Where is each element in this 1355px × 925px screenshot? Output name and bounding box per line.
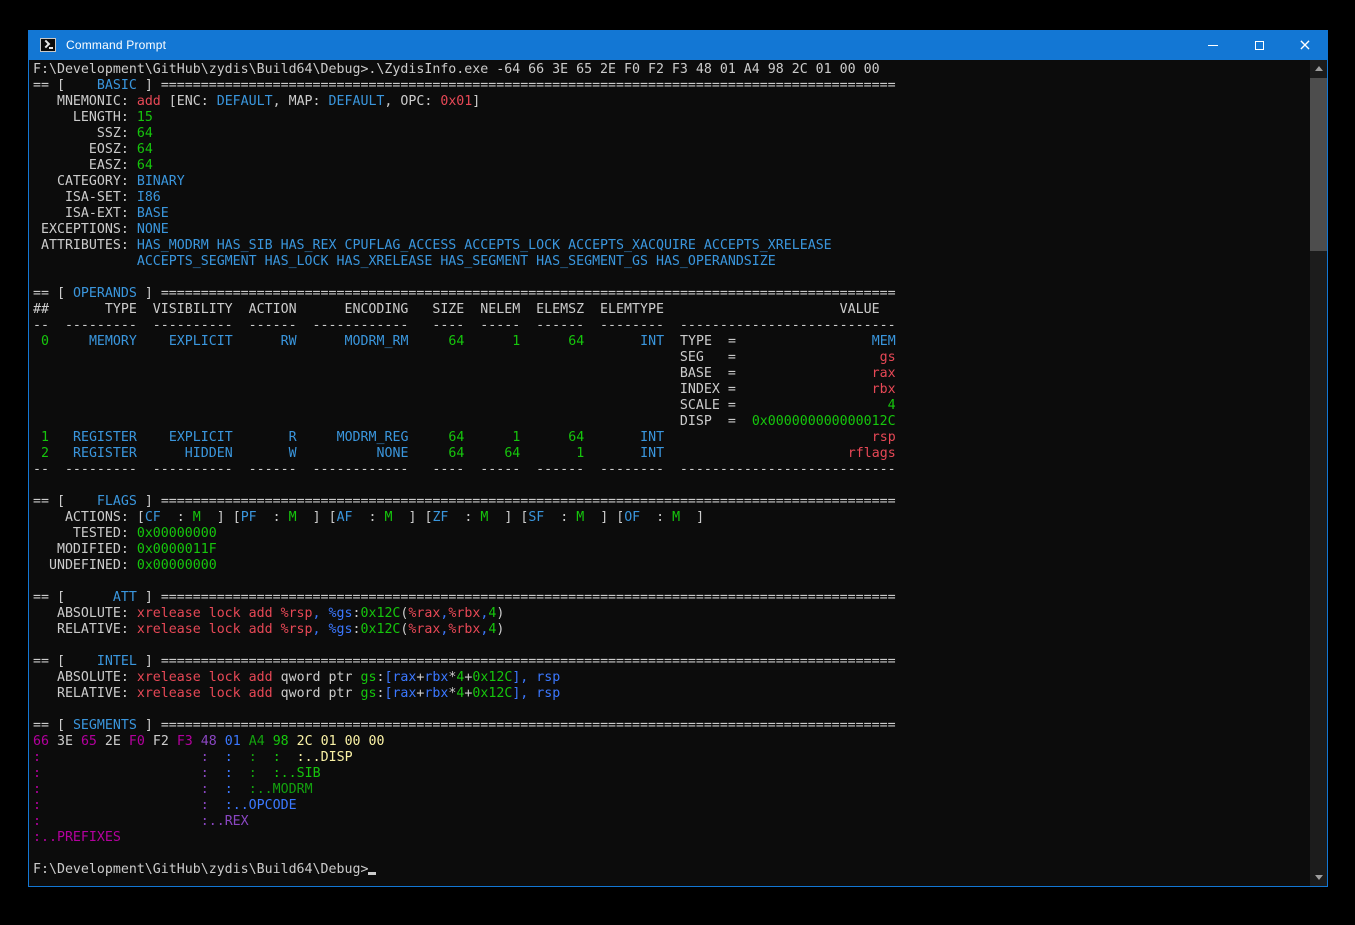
terminal-line: DISP = 0x000000000000012C — [33, 414, 1310, 430]
terminal-line: ABSOLUTE: xrelease lock add %rsp, %gs:0x… — [33, 606, 1310, 622]
terminal-line: EXCEPTIONS: NONE — [33, 222, 1310, 238]
terminal-line: MODIFIED: 0x0000011F — [33, 542, 1310, 558]
terminal-line: == [ BASIC ] ===========================… — [33, 78, 1310, 94]
terminal-line: 2 REGISTER HIDDEN W NONE 64 64 1 INT rfl… — [33, 446, 1310, 462]
terminal-line: == [ INTEL ] ===========================… — [33, 654, 1310, 670]
minimize-icon — [1208, 45, 1218, 46]
terminal-line: ## TYPE VISIBILITY ACTION ENCODING SIZE … — [33, 302, 1310, 318]
terminal-line: MNEMONIC: add [ENC: DEFAULT, MAP: DEFAUL… — [33, 94, 1310, 110]
terminal-line: ISA-EXT: BASE — [33, 206, 1310, 222]
terminal-line: CATEGORY: BINARY — [33, 174, 1310, 190]
window-controls: × — [1190, 30, 1328, 60]
terminal-line: EOSZ: 64 — [33, 142, 1310, 158]
terminal-line: RELATIVE: xrelease lock add qword ptr gs… — [33, 686, 1310, 702]
terminal-line: : : :..OPCODE — [33, 798, 1310, 814]
window-title: Command Prompt — [66, 38, 166, 52]
terminal-line: : : : :..MODRM — [33, 782, 1310, 798]
terminal-line: == [ FLAGS ] ===========================… — [33, 494, 1310, 510]
terminal-line: EASZ: 64 — [33, 158, 1310, 174]
terminal-line — [33, 638, 1310, 654]
terminal-line — [33, 846, 1310, 862]
terminal-line: SCALE = 4 — [33, 398, 1310, 414]
scroll-down-button[interactable] — [1310, 869, 1327, 886]
scroll-up-button[interactable] — [1310, 60, 1327, 77]
terminal-window: Command Prompt × F:\Development\GitHub\z… — [28, 30, 1328, 887]
terminal-line: == [ OPERANDS ] ========================… — [33, 286, 1310, 302]
terminal-line: ACCEPTS_SEGMENT HAS_LOCK HAS_XRELEASE HA… — [33, 254, 1310, 270]
terminal-line: INDEX = rbx — [33, 382, 1310, 398]
text-cursor — [368, 872, 376, 875]
terminal-line: == [ SEGMENTS ] ========================… — [33, 718, 1310, 734]
terminal-line: F:\Development\GitHub\zydis\Build64\Debu… — [33, 62, 1310, 78]
terminal-line: :..PREFIXES — [33, 830, 1310, 846]
maximize-button[interactable] — [1236, 30, 1282, 60]
terminal-line: : : : : : :..DISP — [33, 750, 1310, 766]
scrollbar[interactable] — [1310, 60, 1327, 886]
title-bar[interactable]: Command Prompt × — [28, 30, 1328, 60]
terminal-line: : :..REX — [33, 814, 1310, 830]
terminal-line — [33, 702, 1310, 718]
terminal-line: ACTIONS: [CF : M ] [PF : M ] [AF : M ] [… — [33, 510, 1310, 526]
terminal-line: LENGTH: 15 — [33, 110, 1310, 126]
terminal-line: : : : : :..SIB — [33, 766, 1310, 782]
terminal-line: -- --------- ---------- ------ ---------… — [33, 318, 1310, 334]
terminal-line: BASE = rax — [33, 366, 1310, 382]
scrollbar-thumb[interactable] — [1310, 78, 1327, 251]
terminal-line: ISA-SET: I86 — [33, 190, 1310, 206]
scroll-down-icon — [1315, 875, 1323, 880]
terminal-line — [33, 270, 1310, 286]
terminal-line: -- --------- ---------- ------ ---------… — [33, 462, 1310, 478]
terminal-line: == [ ATT ] =============================… — [33, 590, 1310, 606]
screen-background: { "window": { "title": "Command Prompt",… — [0, 0, 1355, 925]
terminal-line: 0 MEMORY EXPLICIT RW MODRM_RM 64 1 64 IN… — [33, 334, 1310, 350]
terminal-line: F:\Development\GitHub\zydis\Build64\Debu… — [33, 862, 1310, 878]
terminal-line: ATTRIBUTES: HAS_MODRM HAS_SIB HAS_REX CP… — [33, 238, 1310, 254]
window-body: F:\Development\GitHub\zydis\Build64\Debu… — [28, 60, 1328, 887]
terminal-line: UNDEFINED: 0x00000000 — [33, 558, 1310, 574]
scroll-up-icon — [1315, 66, 1323, 71]
terminal-line: SSZ: 64 — [33, 126, 1310, 142]
terminal-line: ABSOLUTE: xrelease lock add qword ptr gs… — [33, 670, 1310, 686]
minimize-button[interactable] — [1190, 30, 1236, 60]
maximize-icon — [1255, 41, 1264, 50]
cmd-icon[interactable] — [40, 38, 56, 52]
console-output[interactable]: F:\Development\GitHub\zydis\Build64\Debu… — [29, 60, 1310, 886]
terminal-line: TESTED: 0x00000000 — [33, 526, 1310, 542]
terminal-line: RELATIVE: xrelease lock add %rsp, %gs:0x… — [33, 622, 1310, 638]
terminal-line: 66 3E 65 2E F0 F2 F3 48 01 A4 98 2C 01 0… — [33, 734, 1310, 750]
close-button[interactable]: × — [1282, 30, 1328, 60]
terminal-line — [33, 478, 1310, 494]
terminal-line: 1 REGISTER EXPLICIT R MODRM_REG 64 1 64 … — [33, 430, 1310, 446]
prompt-underscore-icon — [49, 47, 53, 49]
terminal-line: SEG = gs — [33, 350, 1310, 366]
terminal-line — [33, 574, 1310, 590]
close-icon: × — [1298, 37, 1311, 53]
